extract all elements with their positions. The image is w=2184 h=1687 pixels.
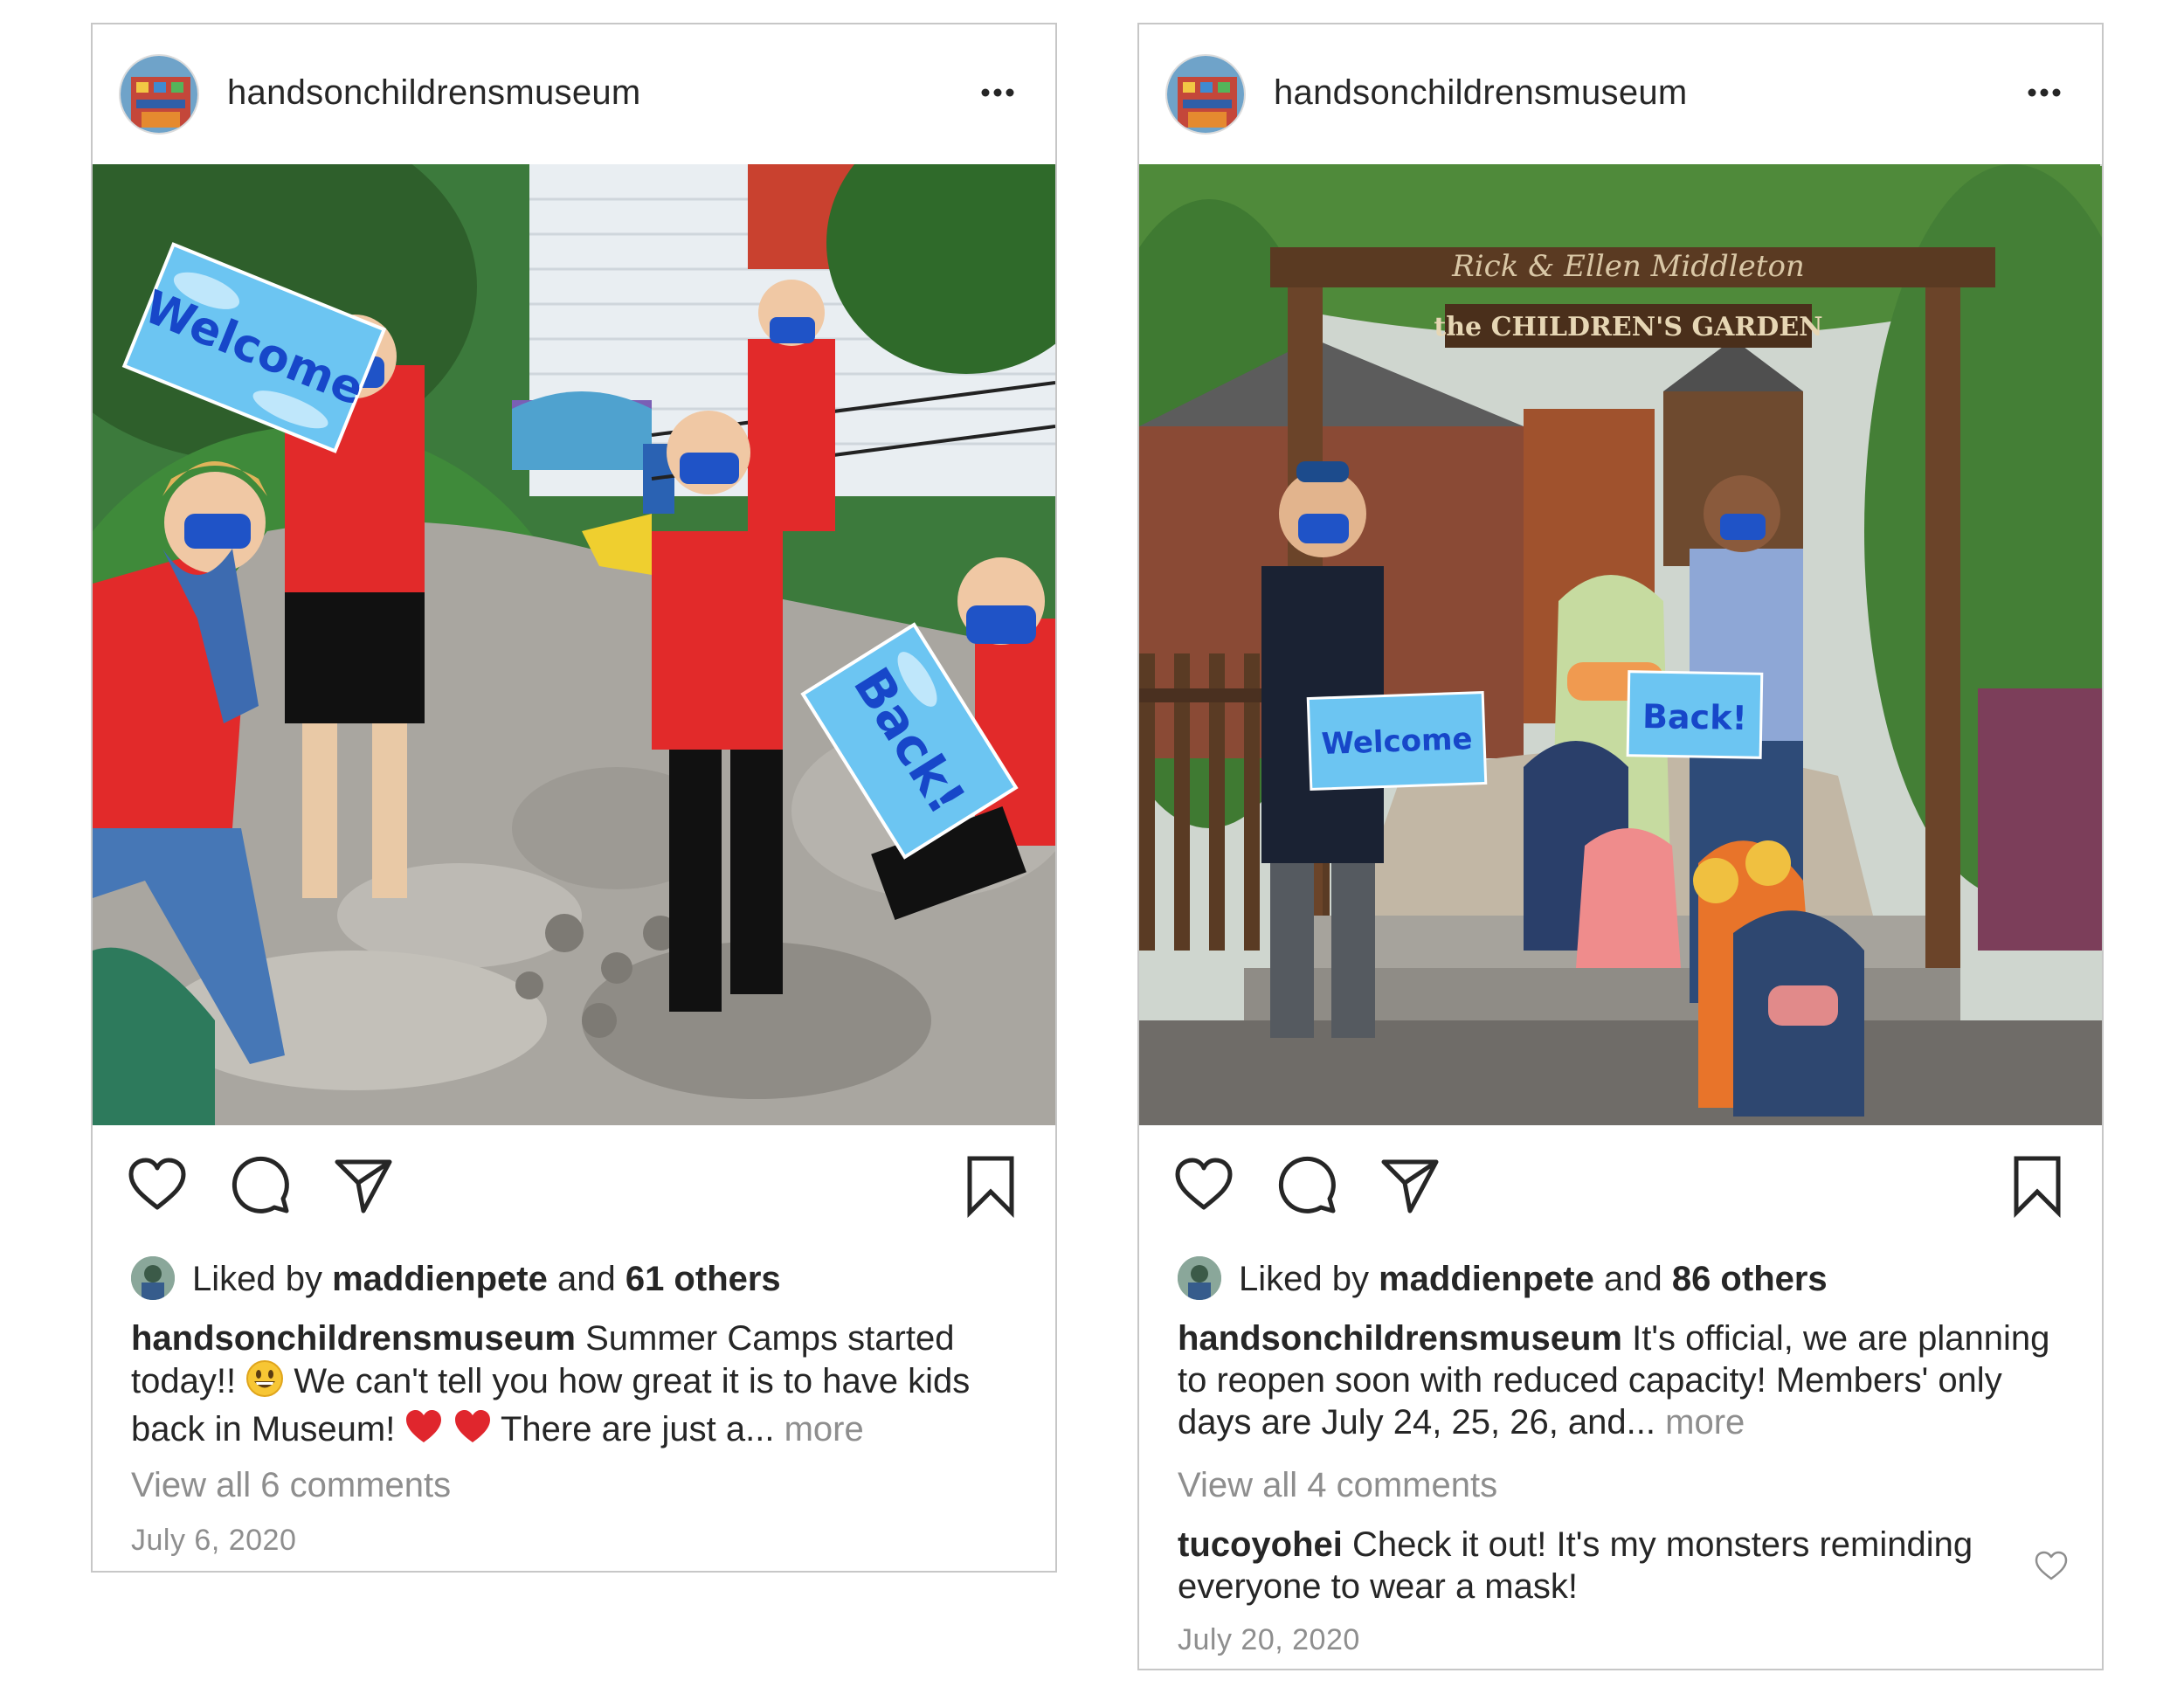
likes-joiner: and — [1603, 1260, 1662, 1298]
likes-summary[interactable]: Liked by maddienpete and 86 others — [1178, 1251, 2051, 1303]
liker-username[interactable]: maddienpete — [332, 1260, 548, 1298]
liked-by-label: Liked by — [192, 1260, 322, 1298]
comment-like-heart-icon[interactable] — [2034, 1550, 2069, 1581]
caption-username[interactable]: handsonchildrensmuseum — [131, 1319, 576, 1358]
account-avatar[interactable] — [1165, 54, 1246, 135]
liker-username[interactable]: maddienpete — [1379, 1260, 1594, 1298]
grinning-face-emoji — [245, 1359, 284, 1407]
post-caption: handsonchildrensmuseum It's official, we… — [1178, 1317, 2069, 1443]
comment-bubble-icon[interactable] — [227, 1151, 294, 1218]
post-header: handsonchildrensmuseum — [93, 24, 1055, 164]
post-photo[interactable]: Rick & Ellen Middleton the CHILDREN'S GA… — [1139, 164, 2102, 1125]
liked-by-label: Liked by — [1239, 1260, 1369, 1298]
share-send-icon[interactable] — [330, 1151, 397, 1218]
instagram-post-reopening: handsonchildrensmuseum Rick & Ellen Midd… — [1137, 23, 2104, 1670]
post-date: July 6, 2020 — [131, 1524, 297, 1557]
likes-joiner: and — [556, 1260, 616, 1298]
comment-bubble-icon[interactable] — [1274, 1151, 1340, 1218]
red-heart-emoji — [453, 1407, 492, 1455]
back-sign-text: Back! — [1642, 697, 1747, 737]
featured-comment: tucoyohei Check it out! It's my monsters… — [1178, 1524, 2016, 1607]
post-actions — [93, 1151, 1055, 1221]
likes-text: Liked by maddienpete and 86 others — [1239, 1260, 1828, 1299]
caption-username[interactable]: handsonchildrensmuseum — [1178, 1319, 1622, 1358]
arch-sign-bottom-text: the CHILDREN'S GARDEN — [1434, 312, 1822, 342]
childrens-garden-photo: Rick & Ellen Middleton the CHILDREN'S GA… — [1139, 164, 2102, 1125]
liker-avatar — [1178, 1256, 1221, 1300]
liker-avatar — [131, 1256, 175, 1300]
share-send-icon[interactable] — [1377, 1151, 1443, 1218]
red-heart-emoji — [404, 1407, 443, 1455]
post-photo[interactable]: Welcome Back! — [93, 164, 1055, 1125]
like-heart-icon[interactable] — [124, 1151, 190, 1218]
more-options-icon[interactable] — [2018, 73, 2070, 112]
comment-username[interactable]: tucoyohei — [1178, 1525, 1343, 1564]
likes-others-count[interactable]: 61 others — [625, 1260, 781, 1298]
account-avatar[interactable] — [119, 54, 199, 135]
post-header: handsonchildrensmuseum — [1139, 24, 2102, 164]
view-all-comments-link[interactable]: View all 6 comments — [131, 1466, 451, 1505]
like-heart-icon[interactable] — [1171, 1151, 1237, 1218]
caption-more-link[interactable]: more — [784, 1410, 864, 1448]
staff-welcome-back-photo: Welcome Back! — [93, 164, 1055, 1125]
save-bookmark-icon[interactable] — [2004, 1151, 2070, 1219]
post-caption: handsonchildrensmuseum Summer Camps star… — [131, 1317, 1022, 1455]
post-username[interactable]: handsonchildrensmuseum — [227, 73, 641, 113]
instagram-post-summer-camps: handsonchildrensmuseum Welcome Back! Lik… — [91, 23, 1057, 1573]
likes-others-count[interactable]: 86 others — [1672, 1260, 1828, 1298]
post-username[interactable]: handsonchildrensmuseum — [1274, 73, 1688, 113]
likes-text: Liked by maddienpete and 61 others — [192, 1260, 781, 1299]
save-bookmark-icon[interactable] — [957, 1151, 1024, 1219]
likes-summary[interactable]: Liked by maddienpete and 61 others — [131, 1251, 1005, 1303]
caption-more-link[interactable]: more — [1665, 1403, 1745, 1442]
post-actions — [1139, 1151, 2102, 1221]
caption-text-3: There are just a... — [500, 1410, 775, 1448]
welcome-sign-text: Welcome — [1321, 722, 1473, 762]
post-date: July 20, 2020 — [1178, 1623, 1360, 1656]
more-options-icon[interactable] — [971, 73, 1024, 112]
arch-sign-top-text: Rick & Ellen Middleton — [1451, 249, 1805, 284]
view-all-comments-link[interactable]: View all 4 comments — [1178, 1466, 1497, 1505]
